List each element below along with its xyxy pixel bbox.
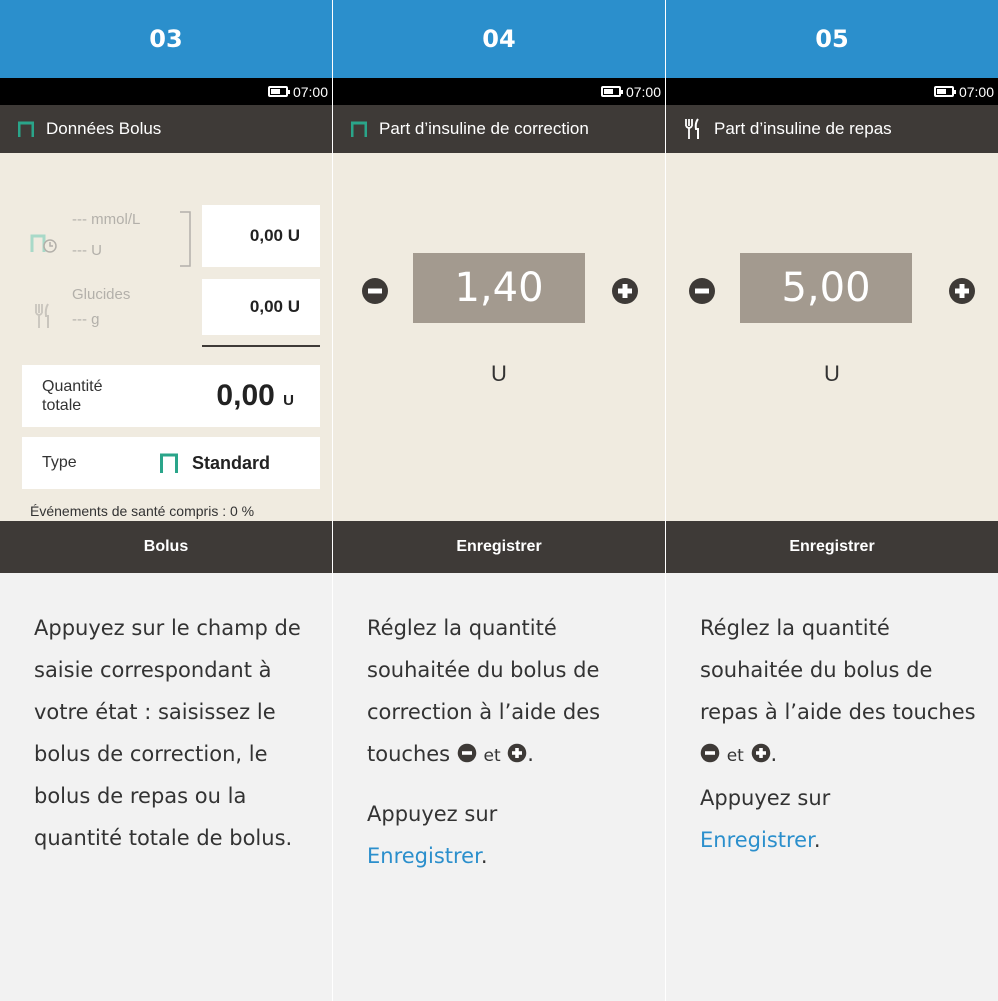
status-time: 07:00 bbox=[958, 83, 994, 100]
amount-unit: U bbox=[824, 361, 840, 386]
battery-icon bbox=[933, 86, 956, 97]
correction-units-value: --- U bbox=[72, 242, 102, 259]
correction-bracket bbox=[180, 211, 191, 267]
plus-icon[interactable] bbox=[611, 277, 639, 305]
minus-icon[interactable] bbox=[688, 277, 716, 305]
status-bar: 07:00 bbox=[0, 78, 332, 105]
step-05-column: 05 07:00 Part d’insuline de repas 5,00 U… bbox=[666, 0, 998, 1001]
step-04-column: 04 07:00 Part d’insuline de correction 1… bbox=[333, 0, 665, 1001]
total-label: Quantité totale bbox=[42, 378, 103, 414]
description-text: Réglez la quantité souhaitée du bolus de… bbox=[700, 616, 976, 852]
save-link[interactable]: Enregistrer bbox=[367, 844, 481, 868]
step-number: 05 bbox=[666, 0, 998, 78]
correction-amount-screen: 1,40 U bbox=[333, 153, 665, 521]
status-time: 07:00 bbox=[625, 83, 661, 100]
step-description: Réglez la quantité souhaitée du bolus de… bbox=[666, 573, 998, 1001]
health-events-text: Événements de santé compris : 0 % bbox=[30, 503, 255, 519]
description-text: Appuyez sur le champ de saisie correspon… bbox=[34, 616, 301, 850]
sum-divider bbox=[202, 345, 320, 347]
save-button[interactable]: Enregistrer bbox=[333, 521, 665, 573]
amount-stepper: 1,40 bbox=[333, 253, 665, 333]
screen-title-bar: Part d’insuline de repas bbox=[666, 105, 998, 153]
amount-stepper: 5,00 bbox=[666, 253, 998, 333]
minus-icon bbox=[700, 743, 720, 763]
meal-amount-screen: 5,00 U bbox=[666, 153, 998, 521]
bolus-standard-icon bbox=[18, 121, 34, 137]
screen-title-bar: Part d’insuline de correction bbox=[333, 105, 665, 153]
carbs-grams-value: --- g bbox=[72, 311, 100, 328]
screen-title: Part d’insuline de correction bbox=[379, 119, 589, 138]
correction-amount-value: 1,40 bbox=[413, 253, 585, 323]
bolus-clock-icon bbox=[30, 234, 57, 253]
fork-knife-icon bbox=[685, 118, 699, 139]
step-03-column: 03 07:00 Données Bolus --- mmol/L --- U … bbox=[0, 0, 332, 1001]
status-bar: 07:00 bbox=[333, 78, 665, 105]
minus-icon[interactable] bbox=[361, 277, 389, 305]
amount-unit: U bbox=[491, 361, 507, 386]
correction-bg-value: --- mmol/L bbox=[72, 211, 141, 228]
battery-icon bbox=[267, 86, 290, 97]
description-text: Réglez la quantité souhaitée du bolus de… bbox=[367, 616, 601, 766]
type-label: Type bbox=[42, 454, 77, 471]
save-link[interactable]: Enregistrer bbox=[700, 828, 814, 852]
instruction-grid: 03 07:00 Données Bolus --- mmol/L --- U … bbox=[0, 0, 998, 1001]
save-button[interactable]: Enregistrer bbox=[666, 521, 998, 573]
screen-title: Part d’insuline de repas bbox=[714, 119, 892, 138]
bolus-standard-icon bbox=[351, 121, 367, 137]
fork-knife-icon bbox=[35, 303, 49, 328]
description-text: Appuyez sur Enregistrer. bbox=[367, 802, 498, 868]
bolus-type-field[interactable]: Type Standard bbox=[22, 437, 320, 489]
plus-icon bbox=[751, 743, 770, 763]
step-description: Appuyez sur le champ de saisie correspon… bbox=[0, 573, 332, 1001]
step-number: 03 bbox=[0, 0, 332, 78]
meal-amount-value: 5,00 bbox=[740, 253, 912, 323]
step-number: 04 bbox=[333, 0, 665, 78]
total-amount-field[interactable]: Quantité totale 0,00 U bbox=[22, 365, 320, 427]
correction-bolus-field[interactable]: 0,00 U bbox=[202, 205, 320, 267]
minus-icon bbox=[457, 743, 477, 763]
bolus-button[interactable]: Bolus bbox=[0, 521, 332, 573]
carbs-label: Glucides bbox=[72, 286, 131, 303]
status-time: 07:00 bbox=[292, 83, 328, 100]
battery-icon bbox=[600, 86, 623, 97]
screen-title-bar: Données Bolus bbox=[0, 105, 332, 153]
bolus-data-screen: --- mmol/L --- U 0,00 U Glucides --- g 0… bbox=[0, 153, 332, 521]
meal-bolus-field[interactable]: 0,00 U bbox=[202, 279, 320, 335]
screen-title: Données Bolus bbox=[46, 119, 162, 138]
status-bar: 07:00 bbox=[666, 78, 998, 105]
total-value: 0,00 U bbox=[216, 379, 294, 412]
plus-icon[interactable] bbox=[948, 277, 976, 305]
bolus-standard-icon bbox=[160, 453, 178, 473]
step-description: Réglez la quantité souhaitée du bolus de… bbox=[333, 573, 665, 1001]
plus-icon bbox=[508, 743, 527, 763]
type-value: Standard bbox=[192, 453, 271, 473]
